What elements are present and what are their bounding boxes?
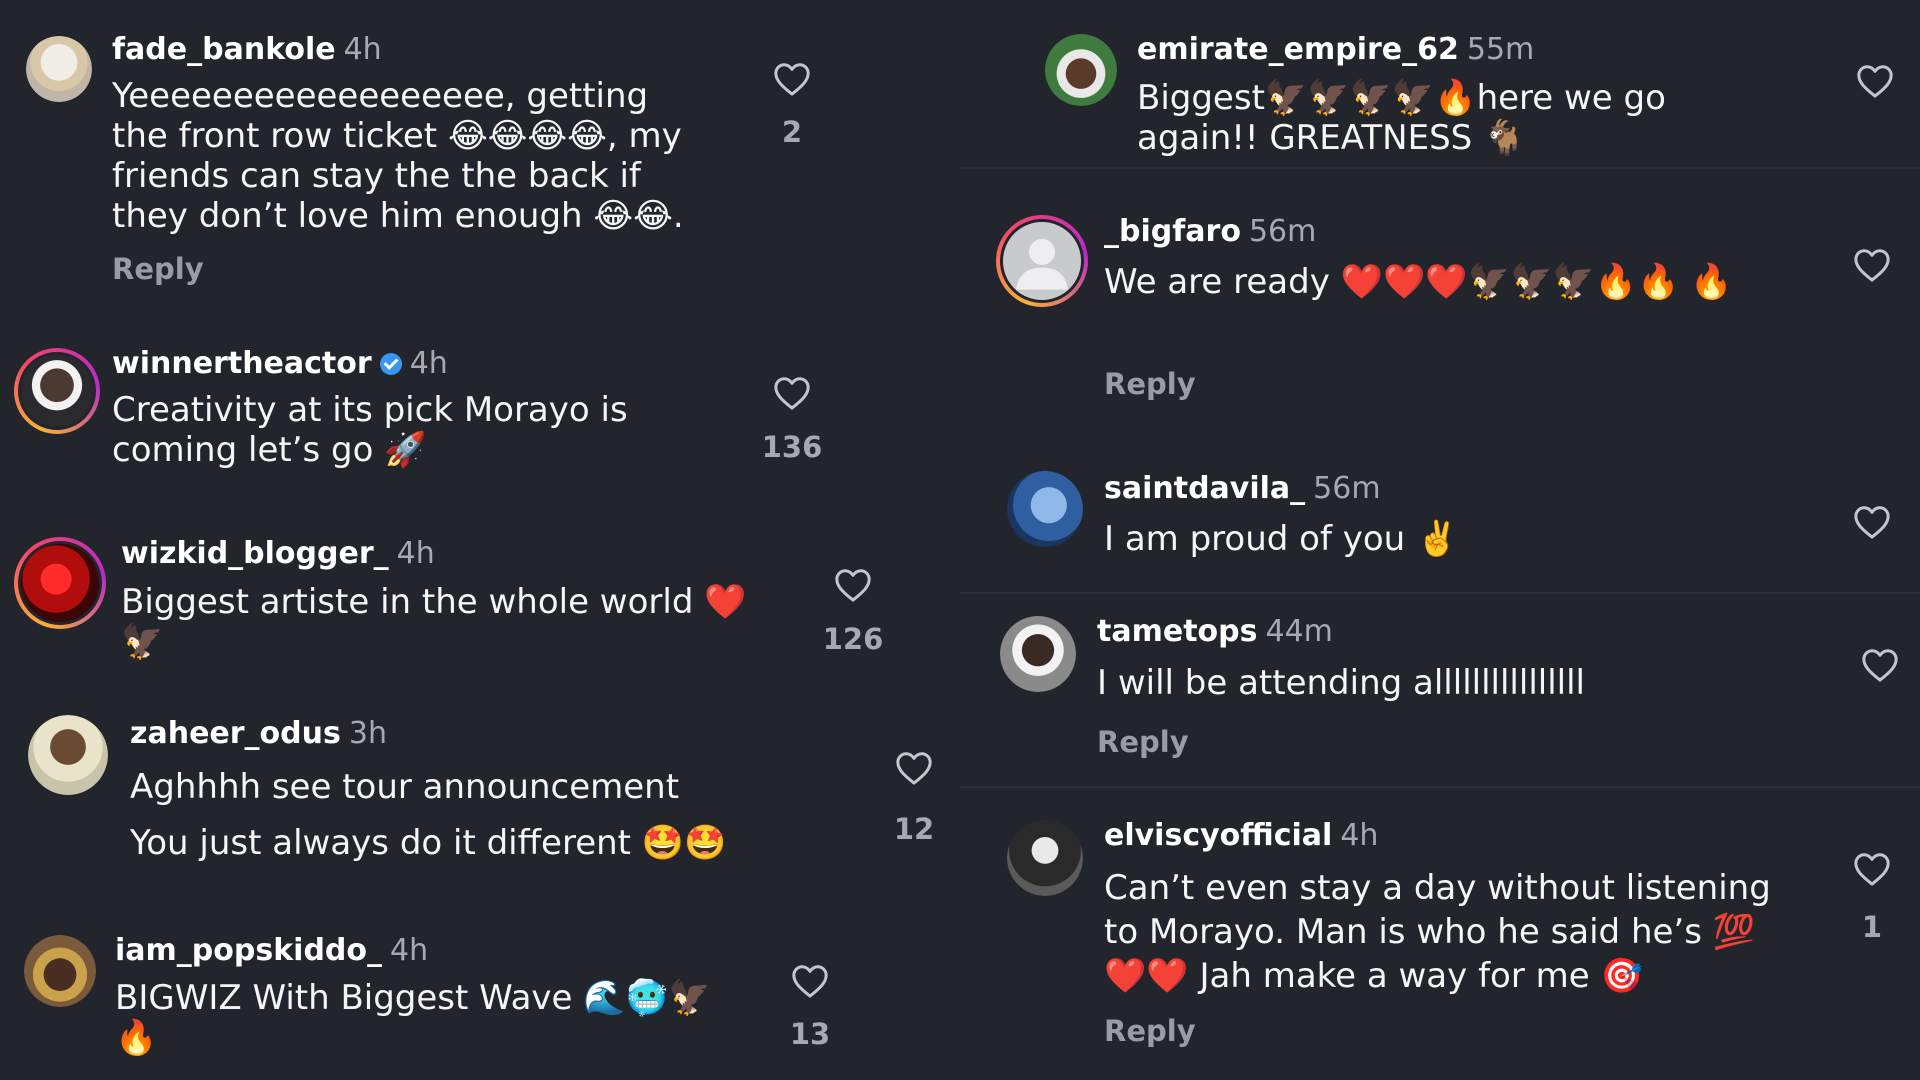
- heart-icon[interactable]: [773, 375, 811, 411]
- right-comments-column: emirate_empire_62 55m Biggest🦅🦅🦅🦅🔥here we…: [960, 0, 1920, 1080]
- comment-text: I am proud of you ✌️: [1104, 519, 1459, 559]
- comment-text: Creativity at its pick Morayo is coming …: [112, 390, 628, 470]
- comment-username[interactable]: elviscyofficial: [1104, 818, 1332, 853]
- default-user-icon: [1016, 238, 1068, 290]
- avatar[interactable]: [26, 36, 92, 102]
- reply-button[interactable]: Reply: [1104, 1014, 1196, 1048]
- comment-username[interactable]: emirate_empire_62: [1137, 32, 1459, 67]
- avatar[interactable]: [14, 537, 106, 629]
- heart-icon[interactable]: [834, 567, 872, 603]
- comment-text: BIGWIZ With Biggest Wave 🌊🥶🦅 🔥: [115, 978, 711, 1058]
- comment-time: 44m: [1265, 614, 1333, 649]
- comment-text: Biggest🦅🦅🦅🦅🔥here we go again!! GREATNESS…: [1137, 78, 1666, 158]
- comment-text-line-2: You just always do it different 🤩🤩: [130, 823, 727, 863]
- like-count: 12: [893, 812, 935, 846]
- heart-icon[interactable]: [1853, 504, 1891, 540]
- comment-divider: [960, 786, 1920, 788]
- comment-username[interactable]: winnertheactor: [112, 346, 372, 381]
- comment-time: 4h: [1340, 818, 1379, 853]
- comment-text-line-1: Aghhhh see tour announcement: [130, 767, 680, 807]
- avatar[interactable]: [1000, 616, 1076, 692]
- comment-time: 4h: [409, 346, 448, 381]
- heart-icon[interactable]: [1853, 851, 1891, 887]
- like-count: 136: [761, 430, 823, 464]
- heart-icon[interactable]: [895, 750, 933, 786]
- avatar[interactable]: [14, 348, 100, 434]
- like-count: 2: [781, 115, 803, 149]
- heart-icon[interactable]: [1856, 63, 1894, 99]
- comment-text: Can’t even stay a day without listening …: [1104, 868, 1771, 996]
- left-comments-column: fade_bankole 4h Yeeeeeeeeeeeeeeeeee, gett…: [0, 0, 960, 1080]
- avatar[interactable]: [996, 215, 1088, 307]
- comment-username[interactable]: wizkid_blogger_: [121, 536, 389, 571]
- avatar[interactable]: [24, 935, 96, 1007]
- comment-text: Yeeeeeeeeeeeeeeeeee, getting the front r…: [112, 76, 684, 236]
- reply-button[interactable]: Reply: [1104, 367, 1196, 401]
- comment-text: We are ready ❤️❤️❤️🦅🦅🦅🔥🔥 🔥: [1104, 262, 1733, 302]
- like-count: 13: [789, 1017, 831, 1051]
- comment-username[interactable]: saintdavila_: [1104, 471, 1305, 506]
- comment-time: 4h: [396, 536, 435, 571]
- avatar[interactable]: [28, 715, 108, 795]
- comment-text: I will be attending allllllllllllllll: [1097, 663, 1586, 703]
- heart-icon[interactable]: [773, 61, 811, 97]
- avatar[interactable]: [1007, 471, 1083, 547]
- comment-time: 56m: [1248, 214, 1317, 249]
- like-count: 1: [1861, 910, 1883, 944]
- comment-username[interactable]: zaheer_odus: [130, 716, 341, 751]
- comment-time: 56m: [1313, 471, 1381, 506]
- reply-button[interactable]: Reply: [1097, 725, 1189, 759]
- like-count: 126: [822, 622, 884, 656]
- comment-divider: [960, 592, 1920, 594]
- comment-divider: [960, 167, 1920, 169]
- comment-text: Biggest artiste in the whole world ❤️ 🦅: [121, 582, 747, 662]
- comment-username[interactable]: tametops: [1097, 614, 1257, 649]
- avatar[interactable]: [1007, 820, 1083, 896]
- heart-icon[interactable]: [791, 963, 829, 999]
- avatar[interactable]: [1045, 34, 1117, 106]
- heart-icon[interactable]: [1853, 247, 1891, 283]
- reply-button[interactable]: Reply: [112, 252, 204, 286]
- comment-username[interactable]: iam_popskiddo_: [115, 933, 382, 968]
- heart-icon[interactable]: [1861, 647, 1899, 683]
- verified-badge-icon: [379, 353, 402, 375]
- comment-time: 4h: [343, 32, 382, 67]
- comment-time: 4h: [390, 933, 429, 968]
- comment-time: 55m: [1466, 32, 1535, 67]
- comment-username[interactable]: fade_bankole: [112, 32, 336, 67]
- comment-username[interactable]: _bigfaro: [1104, 214, 1241, 249]
- comment-time: 3h: [348, 716, 387, 751]
